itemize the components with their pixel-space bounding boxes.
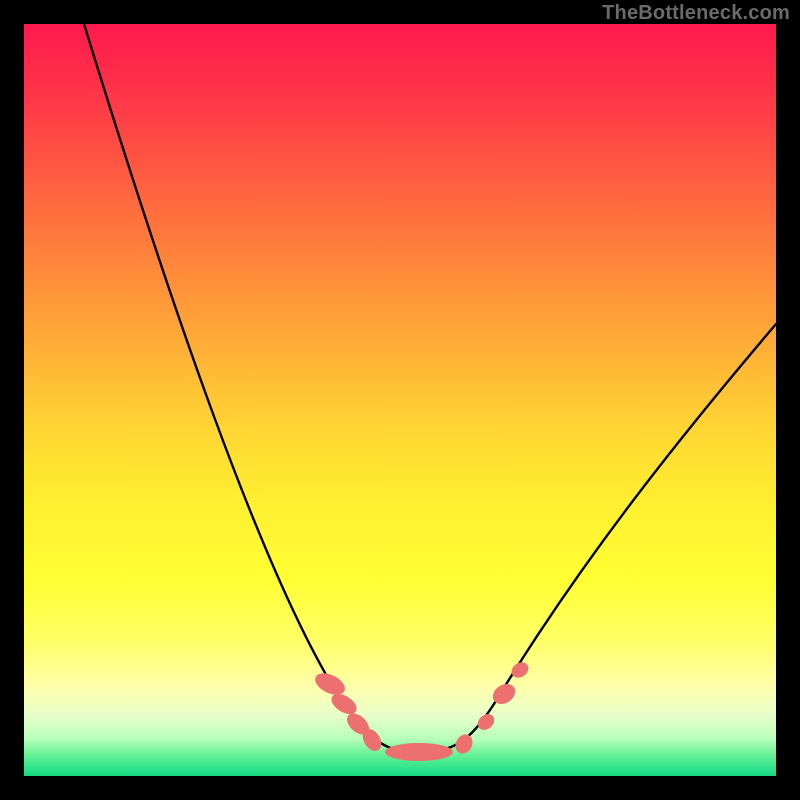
curve-svg xyxy=(24,24,776,776)
marker-4 xyxy=(385,743,453,761)
chart-frame: TheBottleneck.com xyxy=(0,0,800,800)
marker-0 xyxy=(312,669,349,699)
bottleneck-curve xyxy=(84,24,776,752)
marker-5 xyxy=(452,731,476,756)
markers-group xyxy=(312,659,532,761)
plot-area xyxy=(24,24,776,776)
watermark-text: TheBottleneck.com xyxy=(602,2,790,25)
